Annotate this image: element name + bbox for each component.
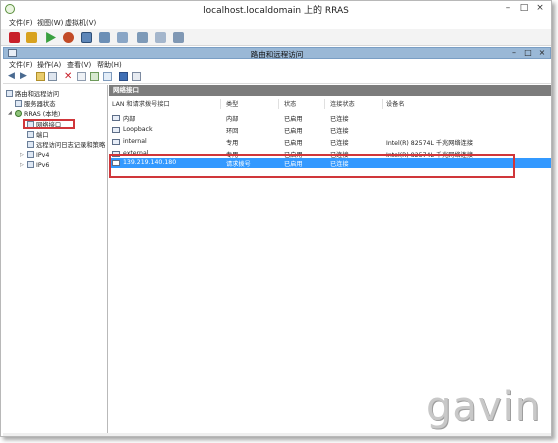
interface-icon	[112, 127, 120, 133]
mmc-close-button[interactable]: ×	[536, 48, 548, 58]
menu-view[interactable]: 视图(W)	[37, 18, 63, 28]
show-action-pane-icon[interactable]	[132, 72, 141, 81]
enhanced-session-icon[interactable]	[117, 32, 128, 43]
interface-icon	[112, 115, 120, 121]
column-header-interface[interactable]: LAN 和请求拨号接口	[109, 99, 221, 109]
export-list-icon[interactable]	[103, 72, 112, 81]
close-button[interactable]: ×	[533, 2, 547, 14]
tree-item-ports[interactable]: 端口	[27, 130, 49, 139]
table-row[interactable]: internal 专用 已启用 已连接 Intel(R) 82574L 千兆网络…	[109, 137, 551, 147]
tree-item-root[interactable]: 路由和远程访问	[6, 89, 59, 98]
vm-titlebar: localhost.localdomain 上的 RRAS – □ ×	[1, 1, 551, 17]
mmc-minimize-button[interactable]: –	[508, 48, 520, 58]
settings-icon[interactable]	[173, 32, 184, 43]
tree-item-ipv4[interactable]: IPv4	[27, 151, 49, 160]
mmc-menu-help[interactable]: 帮助(H)	[97, 60, 122, 70]
ipv6-icon	[27, 161, 34, 168]
mmc-maximize-button[interactable]: □	[522, 48, 534, 58]
ipv4-icon	[27, 151, 34, 158]
mmc-menu-file[interactable]: 文件(F)	[9, 60, 33, 70]
forward-icon[interactable]: ▶	[20, 72, 29, 81]
collapse-icon[interactable]: ◢	[8, 110, 12, 116]
menu-file[interactable]: 文件(F)	[9, 18, 33, 28]
ports-icon	[27, 131, 34, 138]
watermark: gavin	[426, 384, 542, 430]
stop-icon[interactable]	[9, 32, 20, 43]
expand-icon[interactable]: ▷	[20, 162, 24, 168]
show-tree-icon[interactable]	[48, 72, 57, 81]
type-clipboard-icon[interactable]	[155, 32, 166, 43]
help-icon[interactable]	[119, 72, 128, 81]
reset-icon[interactable]	[63, 32, 74, 43]
mmc-menu-view[interactable]: 查看(V)	[67, 60, 91, 70]
mmc-window-title: 路由和远程访问	[250, 50, 304, 59]
column-header-type[interactable]: 类型	[223, 99, 279, 109]
expand-icon[interactable]: ▷	[20, 152, 24, 158]
server-running-icon	[15, 110, 22, 117]
column-header-connection-state[interactable]: 连接状态	[327, 99, 383, 109]
vm-window-title: localhost.localdomain 上的 RRAS	[203, 6, 349, 16]
menu-vm[interactable]: 虚拟机(V)	[65, 18, 96, 28]
back-icon[interactable]: ◀	[8, 72, 17, 81]
tree-item-rras-local[interactable]: RRAS (本地)	[15, 109, 60, 118]
table-row[interactable]: Loopback 环回 已启用 已连接	[109, 125, 551, 135]
column-header-device-name[interactable]: 设备名	[383, 99, 503, 109]
result-pane-title: 网络接口	[109, 85, 551, 96]
ctrl-alt-del-icon[interactable]	[137, 32, 148, 43]
revert-icon[interactable]	[99, 32, 110, 43]
mmc-titlebar: 路由和远程访问 – □ ×	[3, 47, 551, 59]
mmc-menubar: 文件(F) 操作(A) 查看(V) 帮助(H)	[3, 60, 551, 70]
vm-toolbar	[1, 29, 551, 46]
result-pane: 网络接口 LAN 和请求拨号接口 类型 状态 连接状态 设备名 内部 内部 已启…	[109, 85, 551, 433]
delete-icon[interactable]: ✕	[64, 72, 73, 82]
start-icon[interactable]	[46, 32, 56, 43]
annotation-highlight-box	[23, 119, 75, 129]
tree-item-logging-policy[interactable]: 远程访问日志记录和策略	[27, 140, 105, 149]
vm-menubar: 文件(F) 视图(W) 虚拟机(V)	[1, 17, 551, 29]
minimize-button[interactable]: –	[501, 2, 515, 14]
pause-icon[interactable]	[26, 32, 37, 43]
column-header-status[interactable]: 状态	[281, 99, 325, 109]
status-bar	[3, 433, 551, 436]
maximize-button[interactable]: □	[517, 2, 531, 14]
properties-icon[interactable]	[77, 72, 86, 81]
table-row[interactable]: 内部 内部 已启用 已连接	[109, 113, 551, 123]
tree-item-server-status[interactable]: 服务器状态	[15, 99, 55, 108]
logging-icon	[27, 141, 34, 148]
mmc-toolbar: ◀ ▶ ✕	[3, 70, 551, 84]
server-icon	[15, 100, 22, 107]
console-tree: 路由和远程访问 服务器状态 ◢ RRAS (本地) 网络接口 端口 远程访问日志…	[3, 85, 108, 433]
checkpoint-icon[interactable]	[81, 32, 92, 43]
mmc-menu-action[interactable]: 操作(A)	[37, 60, 61, 70]
interface-icon	[112, 139, 120, 145]
rras-icon	[6, 90, 13, 97]
annotation-highlight-box	[109, 154, 515, 178]
up-folder-icon[interactable]	[36, 72, 45, 81]
screenshot-frame: localhost.localdomain 上的 RRAS – □ × 文件(F…	[0, 0, 552, 437]
tree-item-ipv6[interactable]: IPv6	[27, 161, 49, 170]
refresh-icon[interactable]	[90, 72, 99, 81]
